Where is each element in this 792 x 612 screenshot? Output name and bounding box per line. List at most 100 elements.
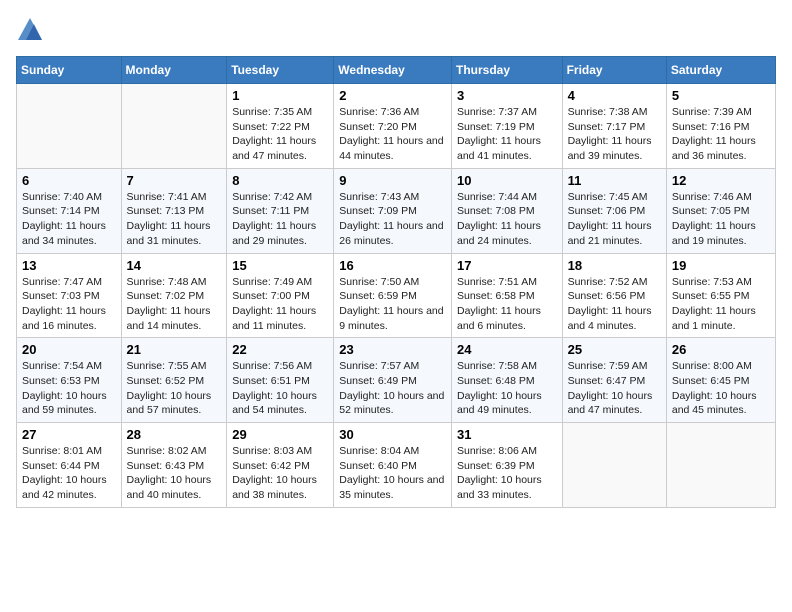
calendar-cell: 3 Sunrise: 7:37 AMSunset: 7:19 PMDaylight… xyxy=(451,84,562,169)
day-number: 12 xyxy=(672,173,770,188)
day-number: 19 xyxy=(672,258,770,273)
day-number: 22 xyxy=(232,342,328,357)
day-number: 6 xyxy=(22,173,116,188)
calendar-cell: 16 Sunrise: 7:50 AMSunset: 6:59 PMDayligh… xyxy=(334,253,452,338)
day-info: Sunrise: 7:47 AMSunset: 7:03 PMDaylight:… xyxy=(22,275,116,334)
column-header-sunday: Sunday xyxy=(17,57,122,84)
page-header xyxy=(16,16,776,44)
calendar-cell: 26 Sunrise: 8:00 AMSunset: 6:45 PMDayligh… xyxy=(666,338,775,423)
day-number: 18 xyxy=(568,258,661,273)
calendar-cell: 28 Sunrise: 8:02 AMSunset: 6:43 PMDayligh… xyxy=(121,423,227,508)
day-number: 14 xyxy=(127,258,222,273)
day-info: Sunrise: 7:38 AMSunset: 7:17 PMDaylight:… xyxy=(568,105,661,164)
calendar-week-row: 6Sunrise: 7:40 AMSunset: 7:14 PMDaylight… xyxy=(17,168,776,253)
day-info: Sunrise: 8:04 AMSunset: 6:40 PMDaylight:… xyxy=(339,444,446,503)
calendar-cell: 15Sunrise: 7:49 AMSunset: 7:00 PMDayligh… xyxy=(227,253,334,338)
day-number: 8 xyxy=(232,173,328,188)
calendar-cell: 11Sunrise: 7:45 AMSunset: 7:06 PMDayligh… xyxy=(562,168,666,253)
calendar-cell: 8 Sunrise: 7:42 AMSunset: 7:11 PMDaylight… xyxy=(227,168,334,253)
calendar-cell: 4 Sunrise: 7:38 AMSunset: 7:17 PMDaylight… xyxy=(562,84,666,169)
column-header-saturday: Saturday xyxy=(666,57,775,84)
calendar-cell: 23 Sunrise: 7:57 AMSunset: 6:49 PMDayligh… xyxy=(334,338,452,423)
day-info: Sunrise: 7:50 AMSunset: 6:59 PMDaylight:… xyxy=(339,275,446,334)
calendar-table: SundayMondayTuesdayWednesdayThursdayFrid… xyxy=(16,56,776,508)
day-info: Sunrise: 8:01 AMSunset: 6:44 PMDaylight:… xyxy=(22,444,116,503)
calendar-cell: 2 Sunrise: 7:36 AMSunset: 7:20 PMDaylight… xyxy=(334,84,452,169)
day-info: Sunrise: 7:59 AMSunset: 6:47 PMDaylight:… xyxy=(568,359,661,418)
day-info: Sunrise: 7:36 AMSunset: 7:20 PMDaylight:… xyxy=(339,105,446,164)
day-number: 2 xyxy=(339,88,446,103)
day-number: 10 xyxy=(457,173,557,188)
day-info: Sunrise: 8:06 AMSunset: 6:39 PMDaylight:… xyxy=(457,444,557,503)
calendar-cell: 21Sunrise: 7:55 AMSunset: 6:52 PMDayligh… xyxy=(121,338,227,423)
day-info: Sunrise: 7:48 AMSunset: 7:02 PMDaylight:… xyxy=(127,275,222,334)
day-info: Sunrise: 7:55 AMSunset: 6:52 PMDaylight:… xyxy=(127,359,222,418)
calendar-cell: 31 Sunrise: 8:06 AMSunset: 6:39 PMDayligh… xyxy=(451,423,562,508)
day-number: 24 xyxy=(457,342,557,357)
column-header-tuesday: Tuesday xyxy=(227,57,334,84)
day-info: Sunrise: 7:53 AMSunset: 6:55 PMDaylight:… xyxy=(672,275,770,334)
logo-icon xyxy=(16,16,44,44)
day-info: Sunrise: 7:43 AMSunset: 7:09 PMDaylight:… xyxy=(339,190,446,249)
day-number: 13 xyxy=(22,258,116,273)
calendar-cell: 14 Sunrise: 7:48 AMSunset: 7:02 PMDayligh… xyxy=(121,253,227,338)
column-header-monday: Monday xyxy=(121,57,227,84)
calendar-cell: 20 Sunrise: 7:54 AMSunset: 6:53 PMDayligh… xyxy=(17,338,122,423)
calendar-cell: 22 Sunrise: 7:56 AMSunset: 6:51 PMDayligh… xyxy=(227,338,334,423)
calendar-week-row: 20 Sunrise: 7:54 AMSunset: 6:53 PMDayligh… xyxy=(17,338,776,423)
day-info: Sunrise: 7:58 AMSunset: 6:48 PMDaylight:… xyxy=(457,359,557,418)
day-info: Sunrise: 7:57 AMSunset: 6:49 PMDaylight:… xyxy=(339,359,446,418)
day-info: Sunrise: 8:03 AMSunset: 6:42 PMDaylight:… xyxy=(232,444,328,503)
calendar-cell: 13 Sunrise: 7:47 AMSunset: 7:03 PMDayligh… xyxy=(17,253,122,338)
calendar-cell: 7 Sunrise: 7:41 AMSunset: 7:13 PMDaylight… xyxy=(121,168,227,253)
calendar-cell: 12 Sunrise: 7:46 AMSunset: 7:05 PMDayligh… xyxy=(666,168,775,253)
day-number: 7 xyxy=(127,173,222,188)
day-number: 1 xyxy=(232,88,328,103)
calendar-cell: 18Sunrise: 7:52 AMSunset: 6:56 PMDayligh… xyxy=(562,253,666,338)
day-info: Sunrise: 7:56 AMSunset: 6:51 PMDaylight:… xyxy=(232,359,328,418)
day-info: Sunrise: 7:41 AMSunset: 7:13 PMDaylight:… xyxy=(127,190,222,249)
calendar-cell: 27 Sunrise: 8:01 AMSunset: 6:44 PMDayligh… xyxy=(17,423,122,508)
day-info: Sunrise: 7:46 AMSunset: 7:05 PMDaylight:… xyxy=(672,190,770,249)
calendar-cell xyxy=(562,423,666,508)
day-number: 28 xyxy=(127,427,222,442)
calendar-cell: 17 Sunrise: 7:51 AMSunset: 6:58 PMDayligh… xyxy=(451,253,562,338)
day-info: Sunrise: 7:35 AMSunset: 7:22 PMDaylight:… xyxy=(232,105,328,164)
day-number: 30 xyxy=(339,427,446,442)
day-number: 4 xyxy=(568,88,661,103)
day-number: 31 xyxy=(457,427,557,442)
day-number: 17 xyxy=(457,258,557,273)
day-number: 5 xyxy=(672,88,770,103)
day-number: 9 xyxy=(339,173,446,188)
calendar-cell: 1 Sunrise: 7:35 AMSunset: 7:22 PMDaylight… xyxy=(227,84,334,169)
day-number: 3 xyxy=(457,88,557,103)
calendar-header-row: SundayMondayTuesdayWednesdayThursdayFrid… xyxy=(17,57,776,84)
day-info: Sunrise: 7:39 AMSunset: 7:16 PMDaylight:… xyxy=(672,105,770,164)
day-info: Sunrise: 7:54 AMSunset: 6:53 PMDaylight:… xyxy=(22,359,116,418)
day-number: 20 xyxy=(22,342,116,357)
calendar-cell: 29 Sunrise: 8:03 AMSunset: 6:42 PMDayligh… xyxy=(227,423,334,508)
calendar-cell: 9 Sunrise: 7:43 AMSunset: 7:09 PMDaylight… xyxy=(334,168,452,253)
day-number: 26 xyxy=(672,342,770,357)
calendar-week-row: 27 Sunrise: 8:01 AMSunset: 6:44 PMDayligh… xyxy=(17,423,776,508)
calendar-cell: 5 Sunrise: 7:39 AMSunset: 7:16 PMDaylight… xyxy=(666,84,775,169)
calendar-cell xyxy=(17,84,122,169)
day-number: 23 xyxy=(339,342,446,357)
calendar-cell: 24 Sunrise: 7:58 AMSunset: 6:48 PMDayligh… xyxy=(451,338,562,423)
day-info: Sunrise: 7:37 AMSunset: 7:19 PMDaylight:… xyxy=(457,105,557,164)
calendar-cell: 19 Sunrise: 7:53 AMSunset: 6:55 PMDayligh… xyxy=(666,253,775,338)
day-info: Sunrise: 7:44 AMSunset: 7:08 PMDaylight:… xyxy=(457,190,557,249)
day-info: Sunrise: 8:00 AMSunset: 6:45 PMDaylight:… xyxy=(672,359,770,418)
calendar-cell xyxy=(121,84,227,169)
column-header-thursday: Thursday xyxy=(451,57,562,84)
day-number: 16 xyxy=(339,258,446,273)
day-info: Sunrise: 7:51 AMSunset: 6:58 PMDaylight:… xyxy=(457,275,557,334)
calendar-week-row: 13 Sunrise: 7:47 AMSunset: 7:03 PMDayligh… xyxy=(17,253,776,338)
day-info: Sunrise: 7:42 AMSunset: 7:11 PMDaylight:… xyxy=(232,190,328,249)
day-info: Sunrise: 7:45 AMSunset: 7:06 PMDaylight:… xyxy=(568,190,661,249)
day-number: 29 xyxy=(232,427,328,442)
day-info: Sunrise: 8:02 AMSunset: 6:43 PMDaylight:… xyxy=(127,444,222,503)
day-number: 25 xyxy=(568,342,661,357)
column-header-friday: Friday xyxy=(562,57,666,84)
day-number: 27 xyxy=(22,427,116,442)
